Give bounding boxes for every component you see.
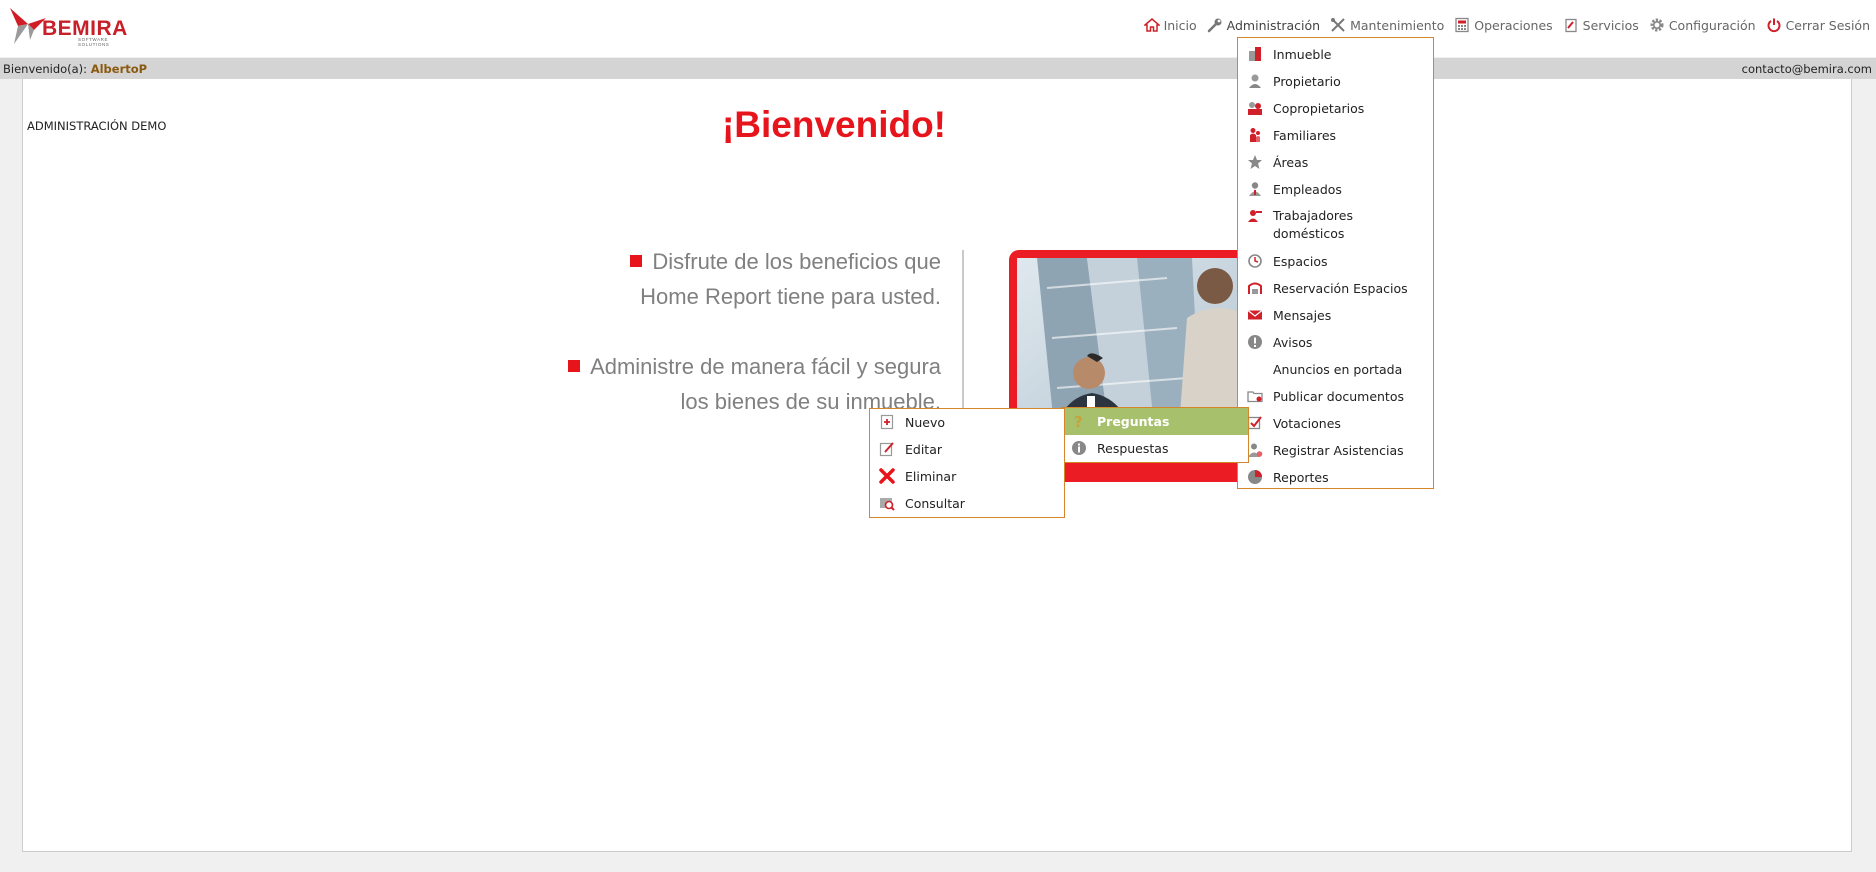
folder-icon <box>1247 391 1263 403</box>
menu-item-inmueble[interactable]: Inmueble <box>1238 41 1433 68</box>
nav-administracion-label: Administración <box>1226 17 1321 33</box>
info-icon <box>1072 441 1086 455</box>
submenu-item-eliminar[interactable]: Eliminar <box>870 463 1064 490</box>
attendance-icon <box>1248 443 1263 457</box>
submenu-item-consultar[interactable]: Consultar <box>870 490 1064 517</box>
menu-item-anuncios-en-portada[interactable]: Anuncios en portada <box>1238 356 1433 383</box>
nav-cerrar-sesion[interactable]: Cerrar Sesión <box>1766 17 1870 33</box>
bullet-square-icon <box>630 255 643 267</box>
benefit-1: Disfrute de los beneficios que Home Repo… <box>521 244 941 314</box>
main-nav: Inicio Administración Mantenimiento Oper… <box>1134 14 1870 36</box>
alert-icon <box>1248 335 1262 349</box>
menu-item-propietario[interactable]: Propietario <box>1238 68 1433 95</box>
nav-inicio[interactable]: Inicio <box>1143 17 1197 33</box>
nav-cerrar-sesion-label: Cerrar Sesión <box>1785 17 1870 33</box>
nav-administracion[interactable]: Administración <box>1207 17 1320 33</box>
gear-icon <box>1650 18 1664 32</box>
menu-item-votaciones[interactable]: Votaciones <box>1238 410 1433 437</box>
menu-item-trabajadores-domesticos[interactable]: Trabajadores domésticos <box>1238 203 1433 248</box>
star-icon <box>1248 155 1262 169</box>
menu-item-areas[interactable]: Áreas <box>1238 149 1433 176</box>
bullet-square-icon <box>568 360 581 372</box>
nav-configuracion-label: Configuración <box>1668 17 1756 33</box>
contact-email: contacto@bemira.com <box>1741 62 1872 76</box>
brand-tagline: SOFTWARE SOLUTIONS <box>78 37 110 47</box>
hero-divider <box>962 250 964 410</box>
submenu-item-preguntas[interactable]: ? Preguntas <box>1062 408 1248 435</box>
wrench-icon <box>1207 18 1222 33</box>
submenu-item-respuestas[interactable]: Respuestas <box>1062 435 1248 462</box>
calculator-icon <box>1455 17 1469 33</box>
reservation-icon <box>1248 282 1262 294</box>
nav-mantenimiento-label: Mantenimiento <box>1350 17 1445 33</box>
new-document-icon <box>880 414 894 430</box>
clipboard-icon <box>1565 18 1577 33</box>
section-title: ADMINISTRACIÓN DEMO <box>27 119 167 133</box>
tools-icon <box>1331 18 1345 32</box>
nav-servicios-label: Servicios <box>1582 17 1639 33</box>
checkbox-icon <box>1247 416 1262 430</box>
nav-inicio-label: Inicio <box>1163 17 1197 33</box>
submenu-item-editar[interactable]: Editar <box>870 436 1064 463</box>
envelope-icon <box>1247 310 1263 320</box>
benefit-1-line-1: Disfrute de los beneficios que <box>521 244 941 279</box>
pie-chart-icon <box>1248 470 1262 484</box>
family-icon <box>1250 128 1260 142</box>
employee-icon <box>1249 182 1261 196</box>
domestic-worker-icon <box>1248 210 1262 222</box>
power-icon <box>1767 18 1781 33</box>
nav-operaciones[interactable]: Operaciones <box>1454 17 1553 33</box>
search-document-icon <box>880 498 895 511</box>
clock-icon <box>1248 254 1262 268</box>
preguntas-submenu: Nuevo Editar Eliminar Consultar <box>869 408 1065 518</box>
nav-operaciones-label: Operaciones <box>1474 17 1553 33</box>
building-icon <box>1249 47 1261 61</box>
welcome-bar: Bienvenido(a): AlbertoP contacto@bemira.… <box>0 58 1876 79</box>
top-header: BEMIRA SOFTWARE SOLUTIONS Inicio Adminis… <box>0 0 1876 57</box>
menu-item-copropietarios[interactable]: Copropietarios <box>1238 95 1433 122</box>
bemira-logo[interactable]: BEMIRA SOFTWARE SOLUTIONS <box>8 6 140 47</box>
welcome-text: Bienvenido(a): AlbertoP <box>3 62 147 76</box>
submenu-item-nuevo[interactable]: Nuevo <box>870 409 1064 436</box>
hero-title: ¡Bienvenido! <box>721 104 946 145</box>
nav-mantenimiento[interactable]: Mantenimiento <box>1330 17 1444 33</box>
menu-item-reservacion-espacios[interactable]: Reservación Espacios <box>1238 275 1433 302</box>
nav-servicios[interactable]: Servicios <box>1563 17 1639 33</box>
welcome-prefix: Bienvenido(a): <box>3 62 88 76</box>
home-icon <box>1143 18 1160 32</box>
menu-item-avisos[interactable]: Avisos <box>1238 329 1433 356</box>
menu-item-reportes[interactable]: Reportes <box>1238 464 1433 491</box>
menu-item-publicar-documentos[interactable]: Publicar documentos <box>1238 383 1433 410</box>
votaciones-submenu: ? Preguntas Respuestas <box>1061 407 1249 463</box>
owner-icon <box>1249 74 1261 88</box>
benefit-2-line-1: Administre de manera fácil y segura <box>521 349 941 384</box>
menu-item-empleados[interactable]: Empleados <box>1238 176 1433 203</box>
menu-item-mensajes[interactable]: Mensajes <box>1238 302 1433 329</box>
benefit-1-line-2: Home Report tiene para usted. <box>640 284 941 309</box>
co-owners-icon <box>1248 102 1262 115</box>
menu-item-familiares[interactable]: Familiares <box>1238 122 1433 149</box>
svg-text:?: ? <box>1074 413 1083 429</box>
edit-icon <box>879 442 894 457</box>
menu-item-espacios[interactable]: Espacios <box>1238 248 1433 275</box>
menu-item-registrar-asistencias[interactable]: Registrar Asistencias <box>1238 437 1433 464</box>
nav-configuracion[interactable]: Configuración <box>1649 17 1756 33</box>
delete-x-icon <box>879 468 895 484</box>
administracion-menu: Inmueble Propietario Copropietarios Fami… <box>1237 37 1434 489</box>
welcome-username: AlbertoP <box>90 62 148 76</box>
question-icon: ? <box>1074 413 1083 429</box>
